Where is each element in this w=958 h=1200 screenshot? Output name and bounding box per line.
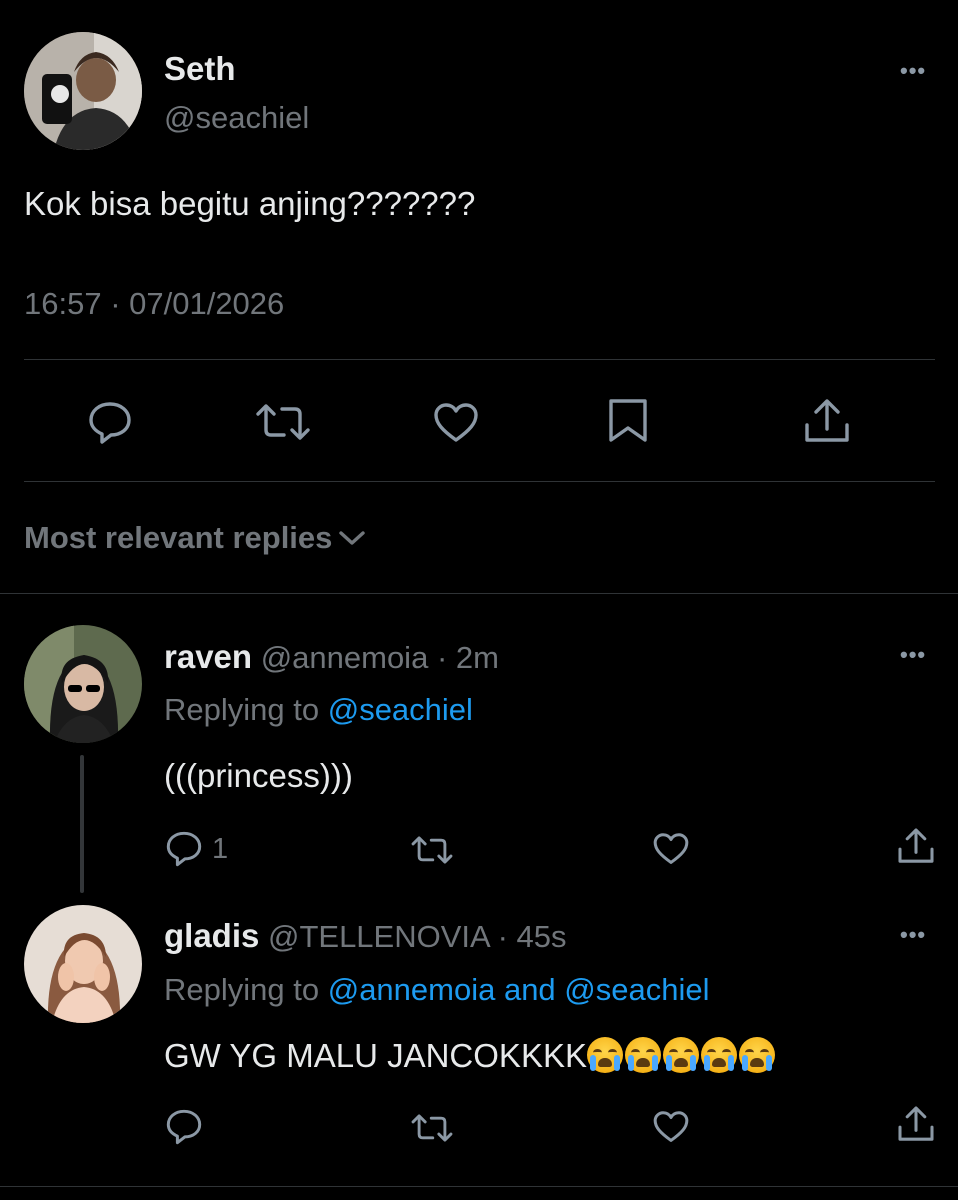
divider (0, 593, 958, 594)
replies-sort-label: Most relevant replies (24, 520, 333, 555)
reply-thread-line (80, 755, 84, 893)
reply-time: · 45s (497, 919, 567, 954)
retweet-icon[interactable] (410, 834, 454, 866)
replying-to: Replying to @annemoia and @seachiel (164, 972, 710, 1008)
replies-sort-dropdown[interactable]: Most relevant replies (24, 520, 366, 556)
reply-icon[interactable] (164, 1108, 204, 1146)
reply-text: (((princess))) (164, 757, 353, 794)
author-name[interactable]: Seth (164, 50, 236, 88)
like-icon[interactable] (652, 832, 690, 866)
share-icon[interactable] (802, 397, 852, 445)
author-avatar[interactable] (24, 32, 142, 150)
more-horizontal-icon[interactable]: ••• (900, 60, 926, 82)
reply-time: · 2m (436, 640, 499, 675)
more-horizontal-icon[interactable]: ••• (900, 924, 926, 946)
bookmark-icon[interactable] (606, 398, 650, 444)
replying-to-prefix: Replying to (164, 692, 320, 727)
share-icon[interactable] (896, 1104, 936, 1144)
reply-author-name[interactable]: raven (164, 638, 252, 675)
like-icon[interactable] (432, 402, 480, 444)
tweet-text: Kok bisa begitu anjing??????? (24, 185, 476, 222)
reply-author-handle[interactable]: @TELLENOVIA (268, 919, 489, 954)
loudly-crying-face-emoji (700, 1037, 737, 1073)
replying-to-prefix: Replying to (164, 972, 320, 1007)
replying-to: Replying to @seachiel (164, 692, 473, 728)
divider (24, 481, 935, 482)
emoji-row (586, 1037, 777, 1074)
divider (24, 359, 935, 360)
loudly-crying-face-emoji (662, 1037, 699, 1073)
replying-to-link[interactable]: @annemoia and @seachiel (328, 972, 710, 1007)
like-icon[interactable] (652, 1110, 690, 1144)
divider (0, 1186, 958, 1187)
loudly-crying-face-emoji (586, 1037, 623, 1073)
reply-text: GW YG MALU JANCOKKKK (164, 1037, 587, 1074)
replying-to-link[interactable]: @seachiel (328, 692, 473, 727)
reply-avatar[interactable] (24, 905, 142, 1023)
tweet-timestamp: 16:57 · 07/01/2026 (24, 286, 285, 321)
reply-icon[interactable] (86, 400, 134, 446)
reply-avatar[interactable] (24, 625, 142, 743)
more-horizontal-icon[interactable]: ••• (900, 644, 926, 666)
share-icon[interactable] (896, 826, 936, 866)
loudly-crying-face-emoji (738, 1037, 775, 1073)
reply-header: gladis @TELLENOVIA · 45s (164, 917, 567, 955)
loudly-crying-face-emoji (624, 1037, 661, 1073)
reply-icon (164, 830, 204, 868)
retweet-icon[interactable] (410, 1112, 454, 1144)
author-handle[interactable]: @seachiel (164, 100, 309, 136)
reply-action-reply[interactable]: 1 (164, 830, 228, 868)
reply-author-handle[interactable]: @annemoia (261, 640, 429, 675)
retweet-icon[interactable] (254, 402, 312, 442)
reply-count: 1 (212, 832, 229, 865)
chevron-down-icon (338, 528, 366, 548)
reply-text-row: GW YG MALU JANCOKKKK (164, 1037, 777, 1075)
reply-author-name[interactable]: gladis (164, 917, 259, 954)
reply-header: raven @annemoia · 2m (164, 638, 499, 676)
